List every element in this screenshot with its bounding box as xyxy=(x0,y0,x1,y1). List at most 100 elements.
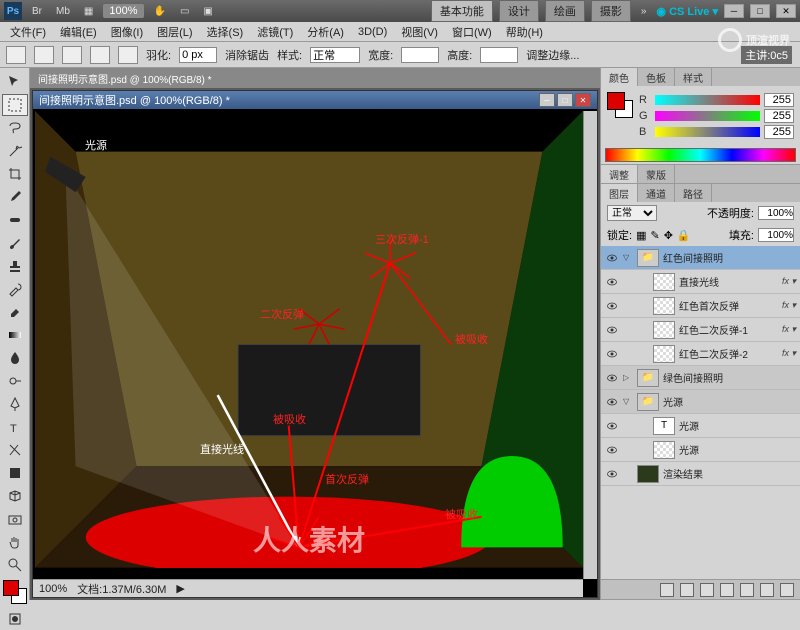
tab-swatches[interactable]: 色板 xyxy=(638,68,675,86)
visibility-icon[interactable] xyxy=(605,371,619,385)
menu-layer[interactable]: 图层(L) xyxy=(151,22,198,42)
lock-position-icon[interactable]: ✥ xyxy=(664,229,673,242)
new-group-icon[interactable] xyxy=(740,583,754,597)
color-swatch[interactable] xyxy=(3,580,27,604)
mini-bridge-icon[interactable]: Mb xyxy=(52,4,74,19)
layer-row[interactable]: ▽📁光源 xyxy=(601,390,800,414)
arrange-icon[interactable]: ▭ xyxy=(176,4,193,19)
marquee-tool[interactable] xyxy=(2,94,28,116)
dodge-tool[interactable] xyxy=(2,370,28,392)
workspace-painting[interactable]: 绘画 xyxy=(545,0,585,22)
opacity-input[interactable] xyxy=(758,206,794,220)
visibility-icon[interactable] xyxy=(605,419,619,433)
b-slider[interactable] xyxy=(655,127,760,137)
quickmask-tool[interactable] xyxy=(2,608,28,630)
menu-help[interactable]: 帮助(H) xyxy=(500,22,549,42)
menu-analysis[interactable]: 分析(A) xyxy=(301,22,350,42)
camera-tool[interactable] xyxy=(2,508,28,530)
doc-close[interactable]: ✕ xyxy=(575,93,591,107)
layer-row[interactable]: 红色首次反弹fx ▾ xyxy=(601,294,800,318)
menu-edit[interactable]: 编辑(E) xyxy=(54,22,103,42)
b-input[interactable] xyxy=(764,125,794,139)
tab-layers[interactable]: 图层 xyxy=(601,184,638,202)
visibility-icon[interactable] xyxy=(605,347,619,361)
tab-color[interactable]: 颜色 xyxy=(601,68,638,86)
shape-tool[interactable] xyxy=(2,462,28,484)
r-input[interactable] xyxy=(764,93,794,107)
layer-row[interactable]: 渲染结果 xyxy=(601,462,800,486)
link-layers-icon[interactable] xyxy=(660,583,674,597)
layer-row[interactable]: ▷📁绿色间接照明 xyxy=(601,366,800,390)
minimize-button[interactable]: ─ xyxy=(724,4,744,18)
menu-image[interactable]: 图像(I) xyxy=(105,22,149,42)
pen-tool[interactable] xyxy=(2,393,28,415)
r-slider[interactable] xyxy=(655,95,760,105)
visibility-icon[interactable] xyxy=(605,275,619,289)
marquee-mode-sub[interactable] xyxy=(90,46,110,64)
layer-mask-icon[interactable] xyxy=(700,583,714,597)
eyedropper-tool[interactable] xyxy=(2,186,28,208)
cslive-button[interactable]: ◉ CS Live ▾ xyxy=(656,5,718,18)
visibility-icon[interactable] xyxy=(605,467,619,481)
workspace-design[interactable]: 设计 xyxy=(499,0,539,22)
fill-input[interactable] xyxy=(758,228,794,242)
bridge-icon[interactable]: Br xyxy=(28,4,46,19)
layer-row[interactable]: ▽📁红色间接照明 xyxy=(601,246,800,270)
workspace-essentials[interactable]: 基本功能 xyxy=(431,0,493,22)
blur-tool[interactable] xyxy=(2,347,28,369)
refine-edge-button[interactable]: 调整边缘... xyxy=(526,47,579,63)
3d-tool[interactable] xyxy=(2,485,28,507)
height-input[interactable] xyxy=(480,47,518,63)
type-tool[interactable]: T xyxy=(2,416,28,438)
heal-tool[interactable] xyxy=(2,209,28,231)
tab-masks[interactable]: 蒙版 xyxy=(638,165,675,183)
menu-file[interactable]: 文件(F) xyxy=(4,22,52,42)
adjustment-layer-icon[interactable] xyxy=(720,583,734,597)
crop-tool[interactable] xyxy=(2,163,28,185)
blend-mode-select[interactable]: 正常 xyxy=(607,205,657,221)
g-input[interactable] xyxy=(764,109,794,123)
canvas[interactable]: 光源 直接光线 首次反弹 二次反弹 三次反弹-1 被吸收 被吸收 被吸收 人人素… xyxy=(35,111,583,579)
color-swatches[interactable] xyxy=(607,92,633,118)
lock-transparency-icon[interactable]: ▦ xyxy=(636,229,646,242)
eraser-tool[interactable] xyxy=(2,301,28,323)
history-brush-tool[interactable] xyxy=(2,278,28,300)
menu-select[interactable]: 选择(S) xyxy=(201,22,250,42)
width-input[interactable] xyxy=(401,47,439,63)
zoom-level[interactable]: 100% xyxy=(103,4,143,18)
doc-minimize[interactable]: ─ xyxy=(539,93,555,107)
close-button[interactable]: ✕ xyxy=(776,4,796,18)
stamp-tool[interactable] xyxy=(2,255,28,277)
vertical-scrollbar[interactable] xyxy=(583,111,597,579)
lock-all-icon[interactable]: 🔒 xyxy=(677,229,691,242)
visibility-icon[interactable] xyxy=(605,299,619,313)
brush-tool[interactable] xyxy=(2,232,28,254)
layer-row[interactable]: 直接光线fx ▾ xyxy=(601,270,800,294)
lasso-tool[interactable] xyxy=(2,117,28,139)
hand-tool[interactable] xyxy=(2,531,28,553)
feather-input[interactable] xyxy=(179,47,217,63)
status-zoom[interactable]: 100% xyxy=(39,583,67,595)
visibility-icon[interactable] xyxy=(605,323,619,337)
workspace-photography[interactable]: 摄影 xyxy=(591,0,631,22)
marquee-mode-add[interactable] xyxy=(62,46,82,64)
visibility-icon[interactable] xyxy=(605,443,619,457)
maximize-button[interactable]: □ xyxy=(750,4,770,18)
tool-preset-icon[interactable] xyxy=(6,46,26,64)
menu-3d[interactable]: 3D(D) xyxy=(352,24,393,40)
move-tool[interactable] xyxy=(2,71,28,93)
marquee-mode-int[interactable] xyxy=(118,46,138,64)
layer-row[interactable]: 红色二次反弹-2fx ▾ xyxy=(601,342,800,366)
tab-adjustments[interactable]: 调整 xyxy=(601,165,638,183)
menu-filter[interactable]: 滤镜(T) xyxy=(251,22,299,42)
lock-pixels-icon[interactable]: ✎ xyxy=(650,229,659,242)
menu-window[interactable]: 窗口(W) xyxy=(446,22,498,42)
layer-row[interactable]: 光源 xyxy=(601,438,800,462)
menu-view[interactable]: 视图(V) xyxy=(395,22,444,42)
document-tab[interactable]: 间接照明示意图.psd @ 100%(RGB/8) * xyxy=(30,68,600,88)
g-slider[interactable] xyxy=(655,111,760,121)
workspace-more[interactable]: » xyxy=(637,4,651,19)
tab-styles[interactable]: 样式 xyxy=(675,68,712,86)
path-tool[interactable] xyxy=(2,439,28,461)
hand-icon[interactable]: ✋ xyxy=(150,4,170,19)
